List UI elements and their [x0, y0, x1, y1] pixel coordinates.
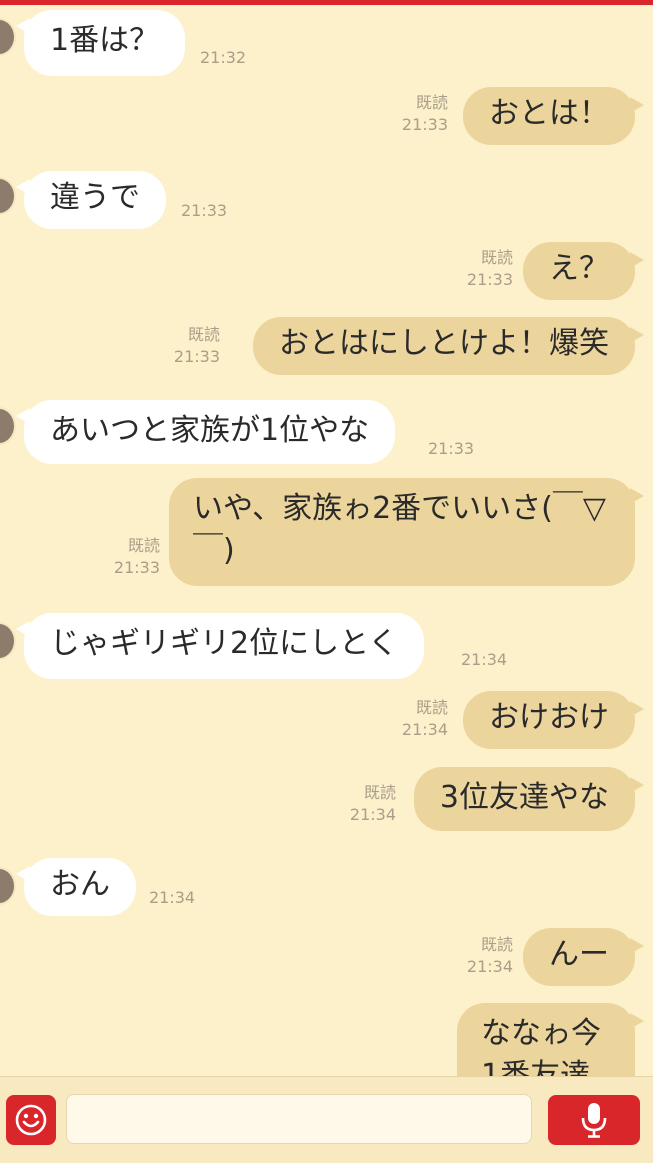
message-bubble-outgoing[interactable]: おとは！: [463, 87, 644, 145]
message-bubble-incoming[interactable]: 違うで: [16, 171, 166, 229]
message-bubble-outgoing[interactable]: いや、家族ゎ2番でいいさ(￣▽￣): [169, 478, 644, 586]
smiley-icon: [15, 1104, 47, 1136]
message-time: 21:33: [181, 201, 228, 220]
input-bar: [0, 1076, 653, 1163]
chat-area[interactable]: 1番は？ 21:32 既読 21:33 おとは！ 違うで 21:33 既読 21:3…: [0, 5, 653, 1076]
read-receipt: 既読 21:33: [113, 536, 160, 577]
message-bubble-incoming[interactable]: じゃギリギリ2位にしとく: [15, 613, 425, 679]
avatar[interactable]: [0, 407, 16, 445]
message-bubble-outgoing[interactable]: 3位友達やな: [413, 767, 645, 831]
voice-button[interactable]: [548, 1095, 640, 1145]
message-bubble-outgoing[interactable]: おけおけ: [463, 691, 644, 749]
message-time: 21:33: [428, 439, 475, 458]
message-time: 21:34: [149, 888, 196, 907]
message-bubble-outgoing[interactable]: んー: [523, 928, 644, 986]
avatar[interactable]: [0, 867, 16, 905]
message-bubble-incoming[interactable]: 1番は？: [15, 10, 186, 76]
message-bubble-outgoing[interactable]: え？: [523, 242, 644, 300]
message-bubble-outgoing[interactable]: おとはにしとけよ！爆笑: [253, 317, 644, 375]
message-bubble-outgoing[interactable]: ななゎ今1番友達: [457, 1003, 644, 1076]
message-time: 21:34: [461, 650, 508, 669]
emoji-button[interactable]: [6, 1095, 56, 1145]
read-receipt: 既読 21:33: [466, 248, 513, 289]
message-bubble-incoming[interactable]: おん: [16, 858, 136, 916]
message-input[interactable]: [66, 1094, 532, 1144]
microphone-icon: [581, 1103, 607, 1138]
read-receipt: 既読 21:34: [349, 783, 396, 824]
read-receipt: 既読 21:34: [401, 698, 448, 739]
message-bubble-incoming[interactable]: あいつと家族が1位やな: [15, 400, 396, 464]
read-receipt: 既読 21:33: [173, 325, 220, 366]
avatar[interactable]: [0, 622, 16, 660]
avatar[interactable]: [0, 177, 16, 215]
read-receipt: 既読 21:34: [466, 935, 513, 976]
read-receipt: 既読 21:33: [401, 93, 448, 134]
message-time: 21:32: [200, 48, 247, 67]
avatar[interactable]: [0, 18, 16, 56]
